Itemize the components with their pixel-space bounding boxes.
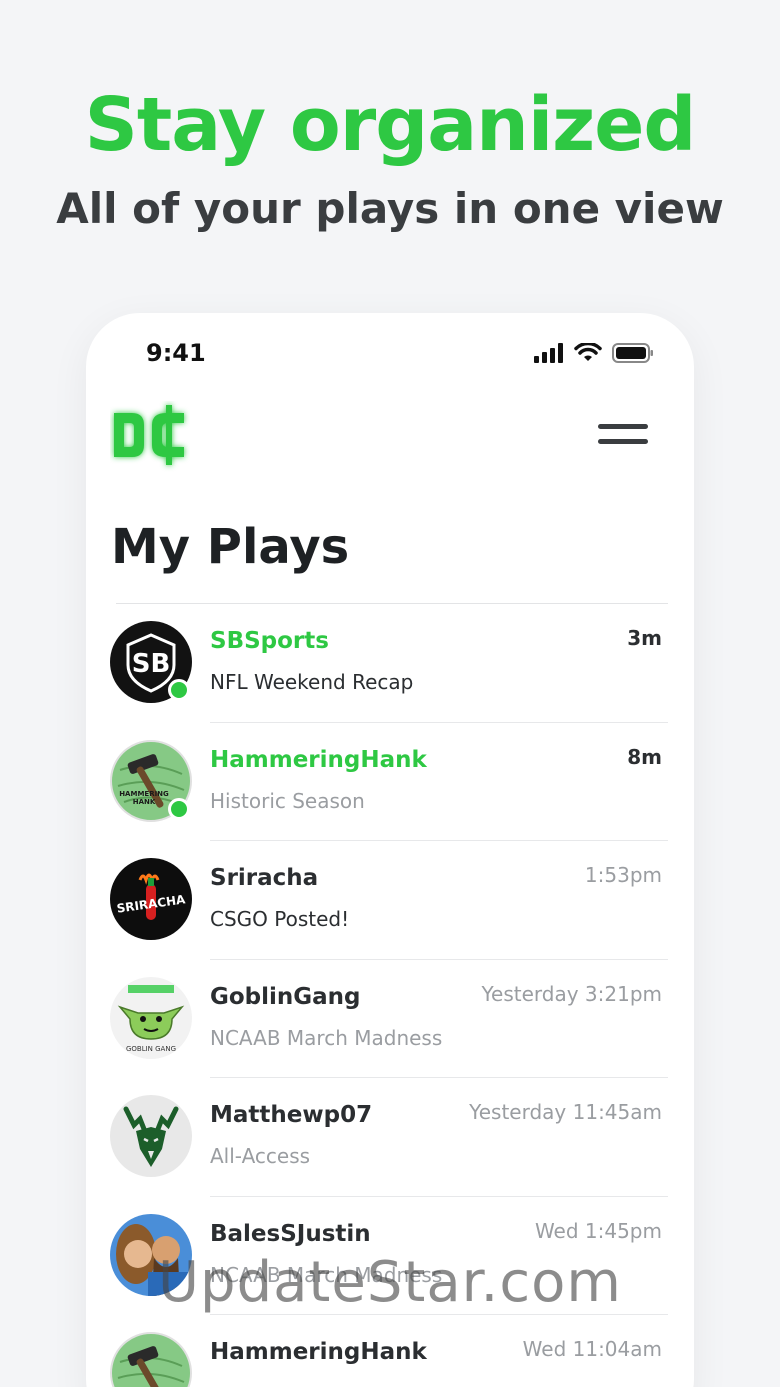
- play-time: 3m: [627, 626, 662, 650]
- list-item[interactable]: HammeringHank Wed 11:04am: [86, 1315, 694, 1387]
- play-name: Matthewp07: [210, 1102, 373, 1128]
- play-preview: CSGO Posted!: [210, 907, 350, 931]
- goblin-avatar: GOBLIN GANG: [110, 976, 192, 1059]
- watermark: UpdateStar.com: [158, 1250, 622, 1315]
- play-preview: Historic Season: [210, 788, 365, 813]
- list-item[interactable]: Matthewp07 All-Access Yesterday 11:45am: [86, 1078, 694, 1197]
- sbsports-avatar: SB: [110, 621, 192, 703]
- status-time: 9:41: [146, 339, 206, 367]
- play-time: 1:53pm: [584, 863, 662, 887]
- online-indicator: [168, 679, 190, 701]
- play-preview: NFL Weekend Recap: [210, 670, 414, 694]
- svg-text:HAMMERING: HAMMERING: [119, 790, 169, 798]
- deer-avatar: [110, 1095, 192, 1177]
- hamburger-menu-icon[interactable]: [598, 421, 650, 457]
- online-indicator: [168, 797, 190, 820]
- hammer-avatar: HAMMERING HANK: [110, 739, 192, 822]
- battery-icon: [612, 343, 653, 363]
- page-title: My Plays: [111, 519, 350, 575]
- play-name: GoblinGang: [210, 983, 361, 1010]
- play-time: 8m: [627, 744, 662, 769]
- play-preview: All-Access: [210, 1144, 311, 1168]
- cellular-signal-icon: [534, 343, 563, 363]
- play-name: HammeringHank: [210, 1339, 427, 1365]
- hammer-avatar: [110, 1332, 192, 1387]
- status-icons: [534, 343, 654, 363]
- svg-text:GOBLIN GANG: GOBLIN GANG: [126, 1045, 176, 1053]
- play-time: Yesterday 11:45am: [469, 1100, 662, 1124]
- play-name: Sriracha: [210, 865, 319, 891]
- play-time: Yesterday 3:21pm: [481, 981, 662, 1006]
- phone-frame: 9:41 My Plays SB SBSports NFL Weekend Re…: [86, 313, 694, 1387]
- play-time: Wed 1:45pm: [534, 1218, 662, 1243]
- svg-text:HANK: HANK: [133, 798, 156, 806]
- svg-text:SB: SB: [132, 649, 171, 679]
- wifi-icon: [574, 343, 602, 361]
- list-item[interactable]: GOBLIN GANG GoblinGang NCAAB March Madne…: [86, 960, 694, 1078]
- play-name: HammeringHank: [210, 746, 427, 773]
- play-name: BalesSJustin: [210, 1220, 371, 1247]
- list-item[interactable]: SB SBSports NFL Weekend Recap 3m: [86, 604, 694, 723]
- dc-logo-icon[interactable]: [110, 401, 190, 473]
- play-time: Wed 11:04am: [522, 1337, 662, 1361]
- sriracha-avatar: SRIRACHA: [110, 858, 192, 940]
- play-preview: NCAAB March Madness: [210, 1025, 443, 1050]
- promo-subhead: All of your plays in one view: [56, 184, 724, 233]
- list-item[interactable]: HAMMERING HANK HammeringHank Historic Se…: [86, 723, 694, 841]
- list-item[interactable]: SRIRACHA Sriracha CSGO Posted! 1:53pm: [86, 841, 694, 960]
- play-name: SBSports: [210, 628, 329, 654]
- promo-headline: Stay organized: [84, 82, 697, 168]
